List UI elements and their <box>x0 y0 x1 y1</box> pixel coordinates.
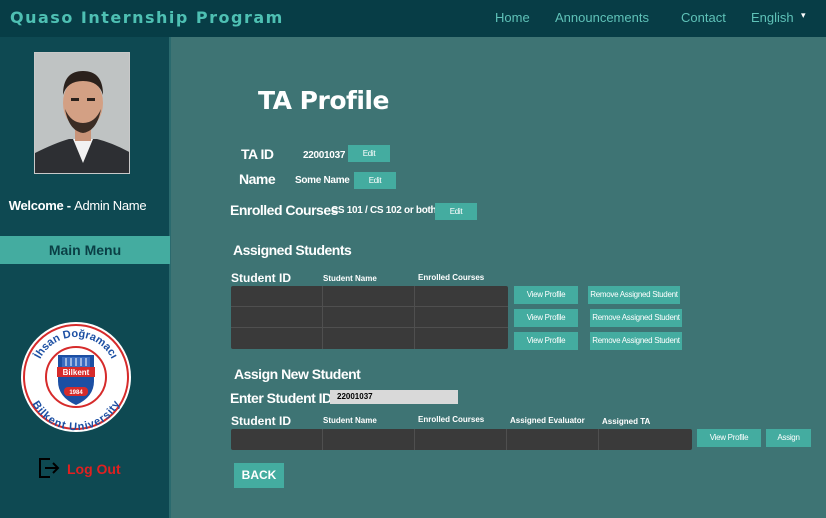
col-assigned-evaluator: Assigned Evaluator <box>510 416 585 425</box>
table-cell <box>231 286 323 307</box>
name-label: Name <box>239 171 276 187</box>
top-bar: Quaso Internship Program Home Announceme… <box>0 0 826 37</box>
table-cell <box>415 429 507 450</box>
assigned-students-heading: Assigned Students <box>233 242 352 258</box>
col-student-name: Student Name <box>323 274 377 283</box>
enrolled-courses-value: CS 101 / CS 102 or both <box>331 205 437 216</box>
table-cell <box>507 429 599 450</box>
assign-button[interactable]: Assign <box>766 429 811 447</box>
enter-student-id-label: Enter Student ID <box>230 390 332 406</box>
logo-banner-text: Bilkent <box>63 368 90 377</box>
back-button[interactable]: BACK <box>234 463 284 488</box>
nav-announcements-link[interactable]: Announcements <box>555 10 649 25</box>
main-menu-button[interactable]: Main Menu <box>0 236 170 264</box>
table-cell <box>323 328 415 349</box>
logout-button[interactable]: Log Out <box>38 457 121 479</box>
table-cell <box>231 328 323 349</box>
view-profile-button[interactable]: View Profile <box>514 332 578 350</box>
table-cell <box>323 429 415 450</box>
logo-year: 1984 <box>69 390 83 396</box>
assign-new-student-heading: Assign New Student <box>234 366 361 382</box>
edit-courses-button[interactable]: Edit <box>435 203 477 220</box>
col-student-id: Student ID <box>231 271 291 285</box>
view-profile-button[interactable]: View Profile <box>514 309 578 327</box>
nav-home-link[interactable]: Home <box>495 10 530 25</box>
welcome-label: Welcome - <box>8 198 75 213</box>
table-cell <box>415 307 508 328</box>
edit-name-button[interactable]: Edit <box>354 172 396 189</box>
welcome-text: Welcome - Admin Name <box>0 198 155 213</box>
table-cell <box>323 307 415 328</box>
new-student-table <box>231 429 692 450</box>
remove-assigned-student-button[interactable]: Remove Assigned Student <box>588 286 680 304</box>
logout-label: Log Out <box>67 461 121 477</box>
language-select[interactable]: English <box>751 10 794 25</box>
view-profile-button[interactable]: View Profile <box>697 429 761 447</box>
edit-ta-id-button[interactable]: Edit <box>348 145 390 162</box>
table-cell <box>415 286 508 307</box>
profile-photo <box>34 52 130 174</box>
admin-name: Admin Name <box>74 198 147 213</box>
page-title: TA Profile <box>258 86 389 115</box>
col-enrolled-courses: Enrolled Courses <box>418 415 485 424</box>
col-student-id: Student ID <box>231 414 291 428</box>
sidebar: Welcome - Admin Name Main Menu İhsan Doğ… <box>0 37 171 518</box>
assigned-students-table <box>231 286 508 349</box>
table-cell <box>415 328 508 349</box>
caret-down-icon[interactable]: ▾ <box>801 10 806 21</box>
bilkent-university-logo: İhsan Doğramacı Bilkent University Bilke… <box>20 321 132 433</box>
table-cell <box>323 286 415 307</box>
table-cell <box>231 429 323 450</box>
remove-assigned-student-button[interactable]: Remove Assigned Student <box>590 309 682 327</box>
view-profile-button[interactable]: View Profile <box>514 286 578 304</box>
col-assigned-ta: Assigned TA <box>602 417 651 426</box>
student-id-input[interactable] <box>330 390 458 404</box>
col-enrolled-courses: Enrolled Courses <box>418 273 485 282</box>
enrolled-courses-label: Enrolled Courses <box>230 202 338 218</box>
ta-id-value: 22001037 <box>303 150 346 161</box>
ta-id-label: TA ID <box>241 146 274 162</box>
table-cell <box>231 307 323 328</box>
table-cell <box>599 429 692 450</box>
logout-icon <box>39 458 60 478</box>
nav-contact-link[interactable]: Contact <box>681 10 726 25</box>
brand-title: Quaso Internship Program <box>10 8 284 27</box>
remove-assigned-student-button[interactable]: Remove Assigned Student <box>590 332 682 350</box>
col-student-name: Student Name <box>323 416 377 425</box>
name-value: Some Name <box>295 175 350 186</box>
